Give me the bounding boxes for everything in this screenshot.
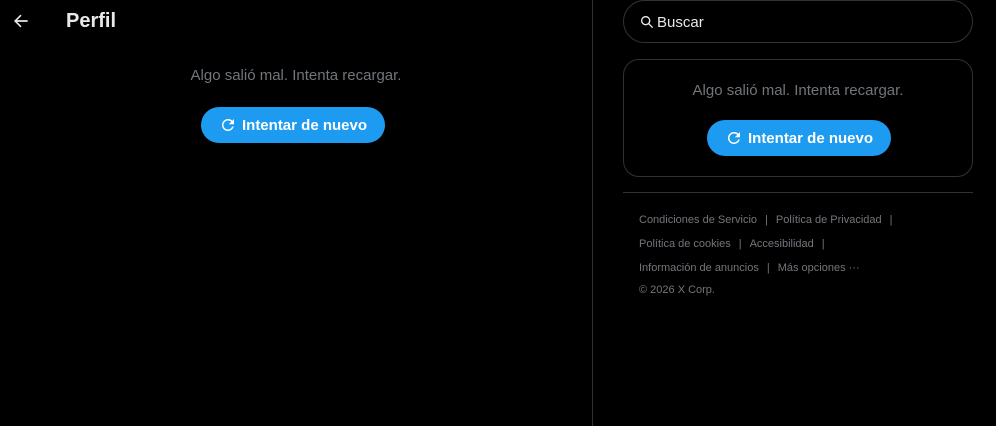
back-button[interactable]: [4, 4, 38, 38]
main-column: Perfil Algo salió mal. Intenta recargar.…: [0, 0, 593, 426]
sidebar-error-card: Algo salió mal. Intenta recargar. Intent…: [623, 59, 973, 177]
footer-link-more-options[interactable]: Más opciones ···: [778, 261, 860, 275]
retry-button[interactable]: Intentar de nuevo: [201, 107, 385, 143]
footer-row: Información de anuncios | Más opciones ···: [639, 261, 959, 285]
footer-link-terms[interactable]: Condiciones de Servicio: [639, 213, 757, 227]
footer-separator: |: [889, 214, 893, 226]
search-input[interactable]: [657, 11, 957, 33]
retry-button-label: Intentar de nuevo: [241, 116, 368, 134]
footer-link-cookies[interactable]: Política de cookies: [639, 237, 731, 251]
page-title: Perfil: [66, 10, 117, 32]
sidebar-error-message: Algo salió mal. Intenta recargar.: [692, 82, 904, 99]
sidebar-divider: [623, 192, 973, 193]
app-window: Perfil Algo salió mal. Intenta recargar.…: [0, 0, 996, 426]
search-icon: [641, 16, 654, 29]
footer-separator: |: [738, 238, 742, 250]
error-message: Algo salió mal. Intenta recargar.: [190, 67, 402, 84]
sidebar-retry-button[interactable]: Intentar de nuevo: [707, 120, 891, 156]
search-box[interactable]: [623, 0, 973, 43]
footer-row: Política de cookies | Accesibilidad |: [639, 237, 959, 261]
footer-separator: |: [821, 238, 825, 250]
footer-separator: |: [765, 214, 768, 226]
sidebar-retry-button-label: Intentar de nuevo: [747, 129, 874, 147]
refresh-icon: [727, 131, 740, 144]
profile-header: Perfil: [0, 0, 592, 42]
footer-separator: |: [766, 262, 770, 274]
footer-link-accessibility[interactable]: Accesibilidad: [750, 237, 814, 251]
footer-link-privacy[interactable]: Política de Privacidad: [776, 213, 882, 227]
footer-links: Condiciones de Servicio | Política de Priv…: [639, 213, 959, 299]
footer-link-ads-info[interactable]: Información de anuncios: [639, 261, 759, 275]
copyright-text: © 2026 X Corp.: [639, 284, 715, 296]
arrow-left-icon: [14, 14, 28, 28]
footer-row: Condiciones de Servicio | Política de Priv…: [639, 213, 959, 237]
refresh-icon: [221, 118, 234, 131]
